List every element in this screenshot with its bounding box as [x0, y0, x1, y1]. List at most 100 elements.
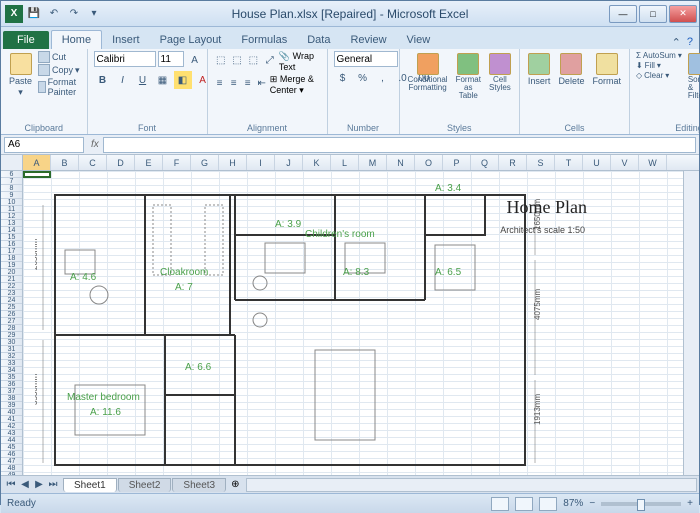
sheet-tab-1[interactable]: Sheet1 [63, 478, 117, 492]
minimize-button[interactable]: — [609, 5, 637, 23]
row-header-30[interactable]: 30 [1, 339, 22, 346]
row-header-28[interactable]: 28 [1, 325, 22, 332]
redo-icon[interactable]: ↷ [65, 5, 83, 23]
col-header-U[interactable]: U [583, 155, 611, 170]
row-header-41[interactable]: 41 [1, 416, 22, 423]
fx-icon[interactable]: fx [91, 139, 99, 150]
new-sheet-icon[interactable]: ⊕ [231, 479, 239, 490]
col-header-Q[interactable]: Q [471, 155, 499, 170]
row-header-38[interactable]: 38 [1, 395, 22, 402]
row-header-35[interactable]: 35 [1, 374, 22, 381]
col-header-R[interactable]: R [499, 155, 527, 170]
copy-button[interactable]: Copy ▾ [38, 64, 81, 76]
col-header-A[interactable]: A [23, 155, 51, 170]
sort-filter-button[interactable]: Sort & Filter [686, 51, 700, 102]
row-header-47[interactable]: 47 [1, 458, 22, 465]
row-header-36[interactable]: 36 [1, 381, 22, 388]
sheet-nav-prev-icon[interactable]: ◀ [18, 479, 32, 490]
normal-view-button[interactable] [491, 497, 509, 511]
align-middle-icon[interactable]: ⬚ [230, 51, 244, 69]
worksheet[interactable]: ABCDEFGHIJKLMNOPQRSTUVW 6789101112131415… [1, 155, 699, 475]
maximize-button[interactable]: □ [639, 5, 667, 23]
row-header-22[interactable]: 22 [1, 283, 22, 290]
cut-button[interactable]: Cut [38, 51, 81, 63]
row-header-7[interactable]: 7 [1, 178, 22, 185]
col-header-T[interactable]: T [555, 155, 583, 170]
row-header-18[interactable]: 18 [1, 255, 22, 262]
col-header-M[interactable]: M [359, 155, 387, 170]
col-header-S[interactable]: S [527, 155, 555, 170]
format-painter-button[interactable]: Format Painter [38, 77, 81, 97]
tab-page-layout[interactable]: Page Layout [150, 31, 232, 49]
row-header-21[interactable]: 21 [1, 276, 22, 283]
row-header-29[interactable]: 29 [1, 332, 22, 339]
autosum-button[interactable]: Σ AutoSum ▾ [636, 51, 682, 60]
formula-input[interactable] [103, 137, 696, 153]
vertical-scrollbar[interactable] [683, 171, 699, 475]
row-header-33[interactable]: 33 [1, 360, 22, 367]
horizontal-scrollbar[interactable] [246, 478, 698, 492]
underline-button[interactable]: U [134, 71, 152, 89]
col-header-I[interactable]: I [247, 155, 275, 170]
border-button[interactable]: ▦ [154, 71, 172, 89]
row-header-48[interactable]: 48 [1, 465, 22, 472]
tab-review[interactable]: Review [340, 31, 396, 49]
row-header-45[interactable]: 45 [1, 444, 22, 451]
file-tab[interactable]: File [3, 31, 49, 49]
sheet-tab-2[interactable]: Sheet2 [118, 478, 172, 492]
tab-data[interactable]: Data [297, 31, 340, 49]
col-header-K[interactable]: K [303, 155, 331, 170]
row-header-39[interactable]: 39 [1, 402, 22, 409]
cell-styles-button[interactable]: Cell Styles [487, 51, 513, 94]
col-header-W[interactable]: W [639, 155, 667, 170]
row-header-19[interactable]: 19 [1, 262, 22, 269]
font-name-select[interactable] [94, 51, 156, 67]
align-right-icon[interactable]: ≡ [242, 74, 254, 92]
page-break-view-button[interactable] [539, 497, 557, 511]
insert-cells-button[interactable]: Insert [526, 51, 553, 88]
row-header-20[interactable]: 20 [1, 269, 22, 276]
row-header-17[interactable]: 17 [1, 248, 22, 255]
merge-center-button[interactable]: ⊞ Merge & Center ▾ [270, 74, 321, 96]
font-size-select[interactable] [158, 51, 184, 67]
tab-home[interactable]: Home [51, 30, 102, 49]
row-header-44[interactable]: 44 [1, 437, 22, 444]
col-header-J[interactable]: J [275, 155, 303, 170]
row-header-31[interactable]: 31 [1, 346, 22, 353]
row-header-9[interactable]: 9 [1, 192, 22, 199]
col-header-H[interactable]: H [219, 155, 247, 170]
align-left-icon[interactable]: ≡ [214, 74, 226, 92]
page-layout-view-button[interactable] [515, 497, 533, 511]
row-header-26[interactable]: 26 [1, 311, 22, 318]
row-header-11[interactable]: 11 [1, 206, 22, 213]
bold-button[interactable]: B [94, 71, 112, 89]
tab-formulas[interactable]: Formulas [231, 31, 297, 49]
row-header-23[interactable]: 23 [1, 290, 22, 297]
minimize-ribbon-icon[interactable]: ⌃ [672, 36, 681, 49]
comma-icon[interactable]: , [374, 69, 392, 87]
col-header-V[interactable]: V [611, 155, 639, 170]
col-header-O[interactable]: O [415, 155, 443, 170]
qat-dropdown-icon[interactable]: ▾ [85, 5, 103, 23]
align-bottom-icon[interactable]: ⬚ [246, 51, 260, 69]
row-header-27[interactable]: 27 [1, 318, 22, 325]
name-box[interactable] [4, 137, 84, 153]
col-header-B[interactable]: B [51, 155, 79, 170]
close-button[interactable]: ✕ [669, 5, 697, 23]
row-header-46[interactable]: 46 [1, 451, 22, 458]
row-header-43[interactable]: 43 [1, 430, 22, 437]
zoom-in-icon[interactable]: + [687, 498, 693, 509]
undo-icon[interactable]: ↶ [45, 5, 63, 23]
paste-button[interactable]: Paste▾ [7, 51, 34, 100]
row-header-25[interactable]: 25 [1, 304, 22, 311]
row-header-24[interactable]: 24 [1, 297, 22, 304]
excel-icon[interactable]: X [5, 5, 23, 23]
row-header-32[interactable]: 32 [1, 353, 22, 360]
format-cells-button[interactable]: Format [590, 51, 623, 88]
row-header-37[interactable]: 37 [1, 388, 22, 395]
col-header-N[interactable]: N [387, 155, 415, 170]
grow-font-icon[interactable]: A [186, 51, 204, 69]
zoom-out-icon[interactable]: − [589, 498, 595, 509]
wrap-text-button[interactable]: 📎 Wrap Text [279, 51, 321, 72]
tab-insert[interactable]: Insert [102, 31, 150, 49]
